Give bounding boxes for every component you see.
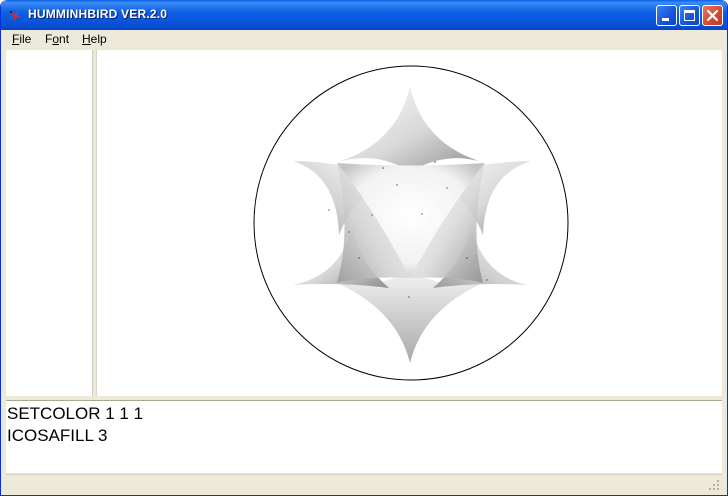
menu-file[interactable]: File	[12, 32, 31, 46]
maximize-icon	[684, 10, 695, 21]
menu-bar: File Font Help	[2, 30, 727, 49]
close-icon	[706, 9, 719, 22]
console-line: SETCOLOR 1 1 1	[7, 404, 144, 423]
menu-help[interactable]: Help	[82, 32, 107, 46]
title-bar[interactable]: HUMMINHBIRD VER.2.0	[1, 0, 727, 30]
minimize-button[interactable]	[656, 5, 677, 26]
app-window: HUMMINHBIRD VER.2.0 File Font Help SETCO…	[0, 0, 728, 496]
hummingbird-icon[interactable]	[7, 7, 23, 23]
left-panel[interactable]	[6, 50, 93, 396]
command-console[interactable]: SETCOLOR 1 1 1 ICOSAFILL 3	[6, 401, 722, 473]
status-bar	[6, 474, 722, 493]
maximize-button[interactable]	[679, 5, 700, 26]
close-button[interactable]	[702, 5, 723, 26]
drawing-canvas[interactable]	[97, 50, 722, 396]
window-title: HUMMINHBIRD VER.2.0	[28, 7, 168, 21]
resize-grip-icon[interactable]	[708, 479, 720, 491]
menu-font[interactable]: Font	[45, 32, 69, 46]
console-line: ICOSAFILL 3	[7, 426, 108, 445]
spike-top	[334, 86, 485, 172]
icosahedron-render	[253, 65, 569, 381]
minimize-icon	[662, 18, 669, 21]
